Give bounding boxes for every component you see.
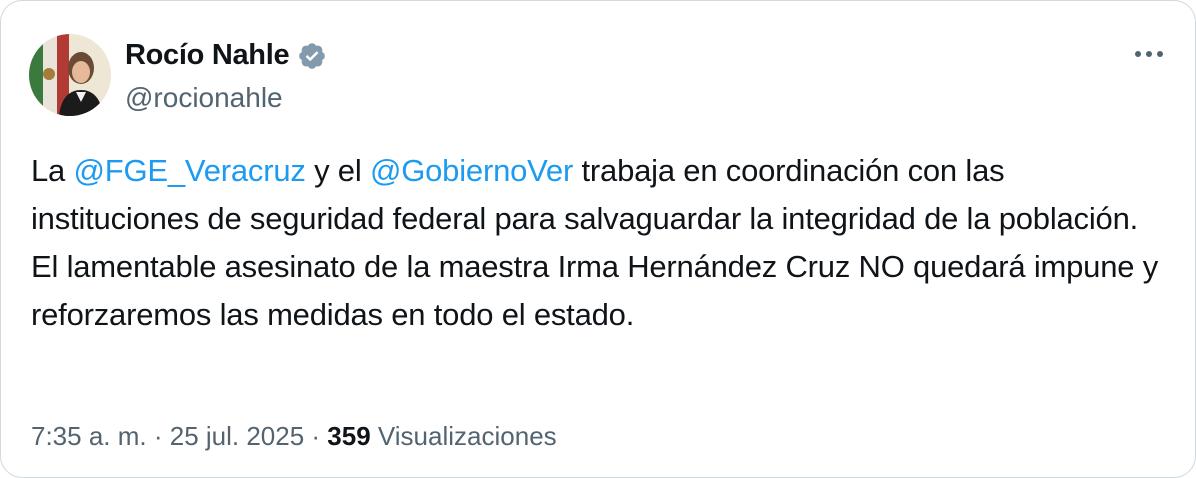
tweet-paragraph-2: El lamentable asesinato de la maestra Ir… [31, 249, 1159, 332]
views-label[interactable]: Visualizaciones [371, 421, 557, 451]
mention-fge-veracruz[interactable]: @FGE_Veracruz [74, 153, 306, 188]
tweet-paragraph-1: La @FGE_Veracruz y el @GobiernoVer traba… [31, 147, 1171, 243]
tweet-date[interactable]: 25 jul. 2025 [170, 421, 304, 451]
author-name-row: Rocío Nahle [125, 39, 327, 72]
avatar-image [29, 34, 111, 116]
meta-separator: · [146, 421, 170, 451]
author-handle[interactable]: @rocionahle [125, 82, 283, 114]
tweet-meta: 7:35 a. m. · 25 jul. 2025 · 359 Visualiz… [31, 421, 557, 452]
author-name[interactable]: Rocío Nahle [125, 39, 290, 72]
tweet-text-mid: y el [305, 153, 370, 188]
verified-badge-icon[interactable] [297, 41, 327, 71]
tweet-card: Rocío Nahle @rocionahle La @FGE_Veracruz… [0, 0, 1196, 478]
tweet-time[interactable]: 7:35 a. m. [31, 421, 147, 451]
tweet-text-start: La [31, 153, 74, 188]
views-count[interactable]: 359 [327, 421, 370, 451]
mention-gobiernover[interactable]: @GobiernoVer [370, 153, 573, 188]
more-options-icon[interactable] [1135, 51, 1163, 57]
meta-separator: · [304, 421, 328, 451]
author-avatar[interactable] [29, 34, 111, 116]
tweet-text: La @FGE_Veracruz y el @GobiernoVer traba… [31, 147, 1171, 339]
